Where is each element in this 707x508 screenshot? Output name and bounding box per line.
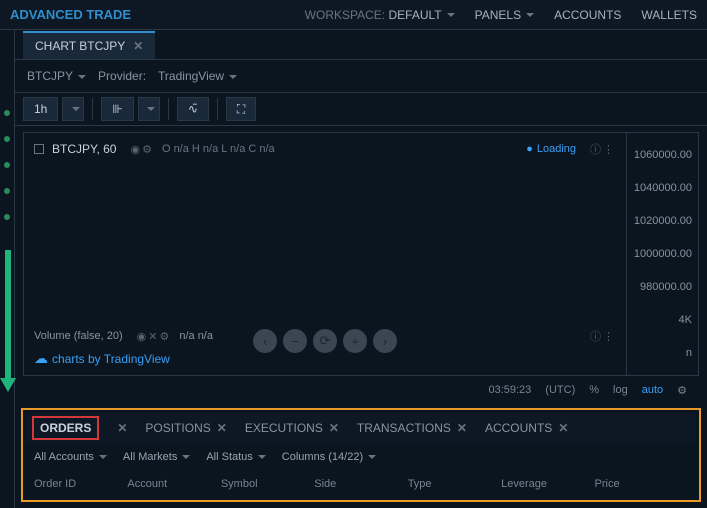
- ohlc-text: O n/a H n/a L n/a C n/a: [162, 143, 275, 155]
- col-orderid[interactable]: Order ID: [34, 478, 127, 490]
- timeframe-drop-icon[interactable]: [62, 97, 84, 121]
- orders-panel: ORDERS ✕ POSITIONS✕ EXECUTIONS✕ TRANSACT…: [21, 408, 701, 502]
- status-dot: [4, 162, 10, 168]
- panels-menu[interactable]: PANELS: [475, 8, 534, 22]
- provider-label: Provider:: [98, 69, 146, 83]
- tab-positions[interactable]: POSITIONS✕: [145, 421, 226, 435]
- zoom-in-button[interactable]: +: [343, 329, 367, 353]
- chart-canvas[interactable]: [24, 165, 626, 322]
- col-account[interactable]: Account: [127, 478, 220, 490]
- y-tick: 1020000.00: [633, 209, 692, 233]
- cloud-icon: ☁: [34, 350, 48, 367]
- y-tick: 4K: [633, 308, 692, 332]
- y-axis: 1060000.00 1040000.00 1020000.00 1000000…: [626, 133, 698, 375]
- gear-icon[interactable]: ⚙: [677, 384, 687, 397]
- chart-tab[interactable]: CHART BTCJPY ✕: [23, 31, 155, 59]
- close-icon[interactable]: ✕: [329, 421, 339, 435]
- col-price[interactable]: Price: [595, 478, 688, 490]
- status-dot: [4, 188, 10, 194]
- volume-label: Volume (false, 20): [34, 330, 123, 342]
- close-icon[interactable]: ✕: [117, 421, 127, 435]
- nav-right-button[interactable]: ›: [373, 329, 397, 353]
- filter-accounts[interactable]: All Accounts: [34, 451, 107, 463]
- close-icon[interactable]: ✕: [457, 421, 467, 435]
- fullscreen-button[interactable]: ⛶: [226, 97, 256, 121]
- chart-tab-label: CHART BTCJPY: [35, 39, 125, 53]
- col-side[interactable]: Side: [314, 478, 407, 490]
- credits-link[interactable]: charts by TradingView: [52, 352, 170, 366]
- close-icon[interactable]: ✕: [217, 421, 227, 435]
- chart-right-icons[interactable]: ⓘ⋮: [590, 141, 616, 157]
- footer-time: 03:59:23: [488, 384, 531, 396]
- tab-transactions[interactable]: TRANSACTIONS✕: [357, 421, 467, 435]
- accounts-menu[interactable]: ACCOUNTS: [554, 8, 621, 22]
- footer-log[interactable]: log: [613, 384, 628, 396]
- footer-auto[interactable]: auto: [642, 384, 663, 396]
- chart-mini-icons[interactable]: ◉⚙: [130, 143, 153, 156]
- timeframe-button[interactable]: 1h: [23, 97, 58, 121]
- tab-executions[interactable]: EXECUTIONS✕: [245, 421, 339, 435]
- ticker-label: BTCJPY, 60: [52, 142, 116, 156]
- status-dot: [4, 214, 10, 220]
- close-icon[interactable]: ✕: [133, 39, 143, 53]
- collapse-icon[interactable]: [34, 144, 44, 154]
- filter-status[interactable]: All Status: [206, 451, 265, 463]
- left-strip: [0, 30, 15, 508]
- workspace-value[interactable]: DEFAULT: [388, 8, 454, 22]
- status-dot: [4, 110, 10, 116]
- symbol-select[interactable]: BTCJPY: [27, 69, 86, 83]
- zoom-out-button[interactable]: −: [283, 329, 307, 353]
- workspace-label: WORKSPACE:: [305, 8, 385, 22]
- candle-drop-icon[interactable]: [138, 97, 160, 121]
- close-icon[interactable]: ✕: [558, 421, 568, 435]
- candle-type-button[interactable]: ⊪: [101, 97, 133, 121]
- footer-pct[interactable]: %: [589, 384, 599, 396]
- y-tick: 980000.00: [633, 275, 692, 299]
- indicators-button[interactable]: ∿̃: [177, 97, 209, 121]
- brand: ADVANCED TRADE: [10, 7, 131, 22]
- loading-indicator: Loading: [526, 143, 576, 155]
- volume-icons[interactable]: ◉✕⚙: [137, 330, 172, 343]
- col-leverage[interactable]: Leverage: [501, 478, 594, 490]
- y-tick: n: [633, 341, 692, 365]
- filter-markets[interactable]: All Markets: [123, 451, 190, 463]
- volume-values: n/a n/a: [179, 330, 213, 342]
- filter-columns[interactable]: Columns (14/22): [282, 451, 376, 463]
- nav-left-button[interactable]: ‹: [253, 329, 277, 353]
- y-tick: 1040000.00: [633, 176, 692, 200]
- tab-orders[interactable]: ORDERS: [32, 416, 99, 440]
- footer-tz: (UTC): [545, 384, 575, 396]
- volume-right-icons[interactable]: ⓘ⋮: [590, 328, 616, 344]
- wallets-menu[interactable]: WALLETS: [641, 8, 697, 22]
- tab-accounts[interactable]: ACCOUNTS✕: [485, 421, 568, 435]
- reset-button[interactable]: ⟳: [313, 329, 337, 353]
- y-tick: 1000000.00: [633, 242, 692, 266]
- status-dot: [4, 136, 10, 142]
- col-symbol[interactable]: Symbol: [221, 478, 314, 490]
- y-tick: 1060000.00: [633, 143, 692, 167]
- workspace-group[interactable]: WORKSPACE: DEFAULT: [305, 8, 455, 22]
- provider-select[interactable]: TradingView: [158, 69, 237, 83]
- col-type[interactable]: Type: [408, 478, 501, 490]
